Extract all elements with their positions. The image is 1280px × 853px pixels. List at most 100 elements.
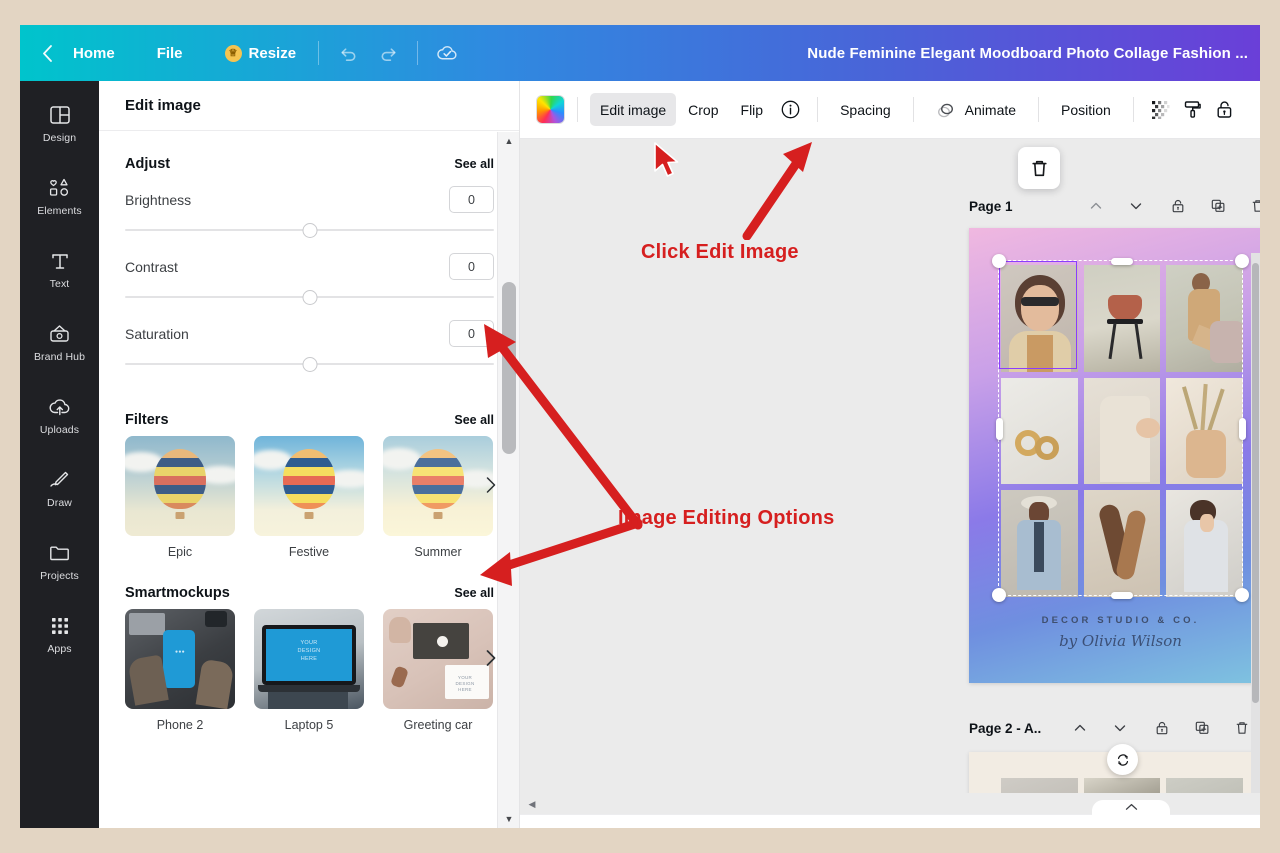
sidebar-item-design[interactable]: Design xyxy=(24,93,96,151)
contrast-value-input[interactable]: 0 xyxy=(449,253,494,280)
contrast-control: Contrast 0 xyxy=(125,253,494,306)
filter-item-epic[interactable]: Epic xyxy=(125,436,235,559)
collage-photo-7[interactable] xyxy=(1001,490,1078,597)
chevron-down-icon[interactable] xyxy=(1105,713,1135,743)
mockup-label: Phone 2 xyxy=(156,718,204,732)
trash-icon[interactable] xyxy=(1243,191,1260,221)
notes-icon xyxy=(540,828,559,829)
sidebar-label-design: Design xyxy=(42,132,77,144)
chevron-right-icon[interactable] xyxy=(478,645,504,671)
design-signature-text[interactable]: by Olivia Wilson xyxy=(969,632,1260,650)
chevron-down-icon[interactable] xyxy=(1121,191,1151,221)
filter-thumbnail xyxy=(125,436,235,536)
notes-button[interactable]: Notes xyxy=(540,828,607,829)
sidebar-label-draw: Draw xyxy=(47,497,72,509)
sidebar-item-apps[interactable]: Apps xyxy=(24,604,96,662)
sidebar-item-projects[interactable]: Projects xyxy=(24,531,96,589)
page-2-name[interactable]: Page 2 - A.. xyxy=(969,721,1041,736)
filter-item-summer[interactable]: Summer xyxy=(383,436,493,559)
paint-roller-icon[interactable] xyxy=(1178,95,1208,125)
collage-photo-6[interactable] xyxy=(1166,377,1243,485)
smartmockups-see-all-link[interactable]: See all xyxy=(454,586,494,600)
spacing-button[interactable]: Spacing xyxy=(830,93,901,126)
saturation-slider[interactable] xyxy=(125,355,494,373)
adjust-see-all-link[interactable]: See all xyxy=(454,157,494,171)
triangle-up-icon[interactable]: ▲ xyxy=(498,132,520,150)
contrast-label: Contrast xyxy=(125,258,178,275)
lock-icon[interactable] xyxy=(1163,191,1193,221)
collage-photo-1[interactable] xyxy=(1001,265,1078,372)
brightness-slider[interactable] xyxy=(125,221,494,239)
resize-button[interactable]: ♕ Resize xyxy=(215,36,307,70)
animate-button[interactable]: Animate xyxy=(926,93,1026,126)
chevron-up-icon[interactable] xyxy=(1065,713,1095,743)
sidebar-item-text[interactable]: Text xyxy=(24,239,96,297)
collage-photo-3[interactable] xyxy=(1166,265,1243,372)
chevron-right-icon[interactable] xyxy=(478,472,504,498)
lock-icon[interactable] xyxy=(1210,95,1240,125)
collage-photo-4[interactable] xyxy=(1001,377,1078,485)
edit-image-panel: Edit image Adjust See all Brightness 0 C… xyxy=(99,81,520,828)
sidebar-item-uploads[interactable]: Uploads xyxy=(24,385,96,443)
file-menu-button[interactable]: File xyxy=(147,36,193,70)
timeline-collapse-tab[interactable] xyxy=(1092,800,1170,822)
filters-see-all-link[interactable]: See all xyxy=(454,413,494,427)
text-t-icon xyxy=(47,248,72,273)
canvas-scrollbar-thumb[interactable] xyxy=(1252,263,1259,703)
design-canvas-area[interactable]: Page 1 DECOR STUDIO & CO. by Olivia Wils… xyxy=(520,139,1260,799)
collage-photo-9[interactable] xyxy=(1166,490,1243,597)
brightness-slider-knob[interactable] xyxy=(302,223,317,238)
smartmockups-title: Smartmockups xyxy=(125,585,230,601)
lock-icon[interactable] xyxy=(1147,713,1177,743)
document-title[interactable]: Nude Feminine Elegant Moodboard Photo Co… xyxy=(807,25,1248,81)
chevron-up-icon[interactable] xyxy=(1081,191,1111,221)
redo-icon[interactable] xyxy=(371,36,405,70)
page-1-design[interactable]: DECOR STUDIO & CO. by Olivia Wilson xyxy=(969,228,1260,683)
design-brand-text[interactable]: DECOR STUDIO & CO. xyxy=(969,615,1260,626)
rainbow-color-icon[interactable] xyxy=(536,95,565,124)
home-label: Home xyxy=(73,44,115,62)
collage-photo-5[interactable] xyxy=(1083,377,1161,485)
sidebar-item-draw[interactable]: Draw xyxy=(24,458,96,516)
saturation-slider-knob[interactable] xyxy=(302,357,317,372)
edit-image-button[interactable]: Edit image xyxy=(590,93,677,126)
duplicate-icon[interactable] xyxy=(1187,713,1217,743)
panel-scrollbar-thumb[interactable] xyxy=(502,282,516,454)
folder-icon xyxy=(47,540,72,565)
undo-icon[interactable] xyxy=(331,36,365,70)
rotate-handle-icon[interactable] xyxy=(1107,744,1138,775)
toolbar-divider-5 xyxy=(912,97,914,122)
canva-editor-window: Home File ♕ Resize Nude Feminine Elegant… xyxy=(20,25,1260,828)
mockup-item-laptop-5[interactable]: YOUR DESIGN HERE Laptop 5 xyxy=(254,609,364,732)
collage-photo-2[interactable] xyxy=(1083,265,1161,372)
animate-icon xyxy=(936,100,958,120)
edit-image-label: Edit image xyxy=(600,101,667,118)
contrast-slider-knob[interactable] xyxy=(302,290,317,305)
info-circle-icon[interactable] xyxy=(775,95,805,125)
transparency-icon[interactable] xyxy=(1146,95,1176,125)
collage-photo-8[interactable] xyxy=(1083,490,1161,597)
mockup-item-greeting-card[interactable]: YOUR DESIGN HERE Greeting car xyxy=(383,609,493,732)
filter-item-festive[interactable]: Festive xyxy=(254,436,364,559)
brightness-value-input[interactable]: 0 xyxy=(449,186,494,213)
duplicate-icon[interactable] xyxy=(1203,191,1233,221)
saturation-control: Saturation 0 xyxy=(125,320,494,373)
toolbar-divider-4 xyxy=(817,97,819,122)
position-button[interactable]: Position xyxy=(1051,93,1121,126)
page-1-name[interactable]: Page 1 xyxy=(969,199,1013,214)
saturation-value-input[interactable]: 0 xyxy=(449,320,494,347)
back-chevron-icon[interactable] xyxy=(38,44,57,62)
triangle-left-icon[interactable]: ◀ xyxy=(520,793,544,815)
contrast-slider[interactable] xyxy=(125,288,494,306)
crop-button[interactable]: Crop xyxy=(678,93,728,126)
cloud-saved-icon[interactable] xyxy=(430,36,464,70)
floating-delete-button[interactable] xyxy=(1018,147,1060,189)
flip-button[interactable]: Flip xyxy=(731,93,774,126)
mockup-item-phone-2[interactable]: ●●● Phone 2 xyxy=(125,609,235,732)
triangle-down-icon[interactable]: ▼ xyxy=(498,810,520,828)
canvas-vertical-scrollbar[interactable] xyxy=(1251,253,1260,799)
home-button[interactable]: Home xyxy=(63,36,125,70)
sidebar-item-elements[interactable]: Elements xyxy=(24,166,96,224)
sidebar-item-brand-hub[interactable]: Brand Hub xyxy=(24,312,96,370)
mockup-label: Laptop 5 xyxy=(284,718,334,732)
